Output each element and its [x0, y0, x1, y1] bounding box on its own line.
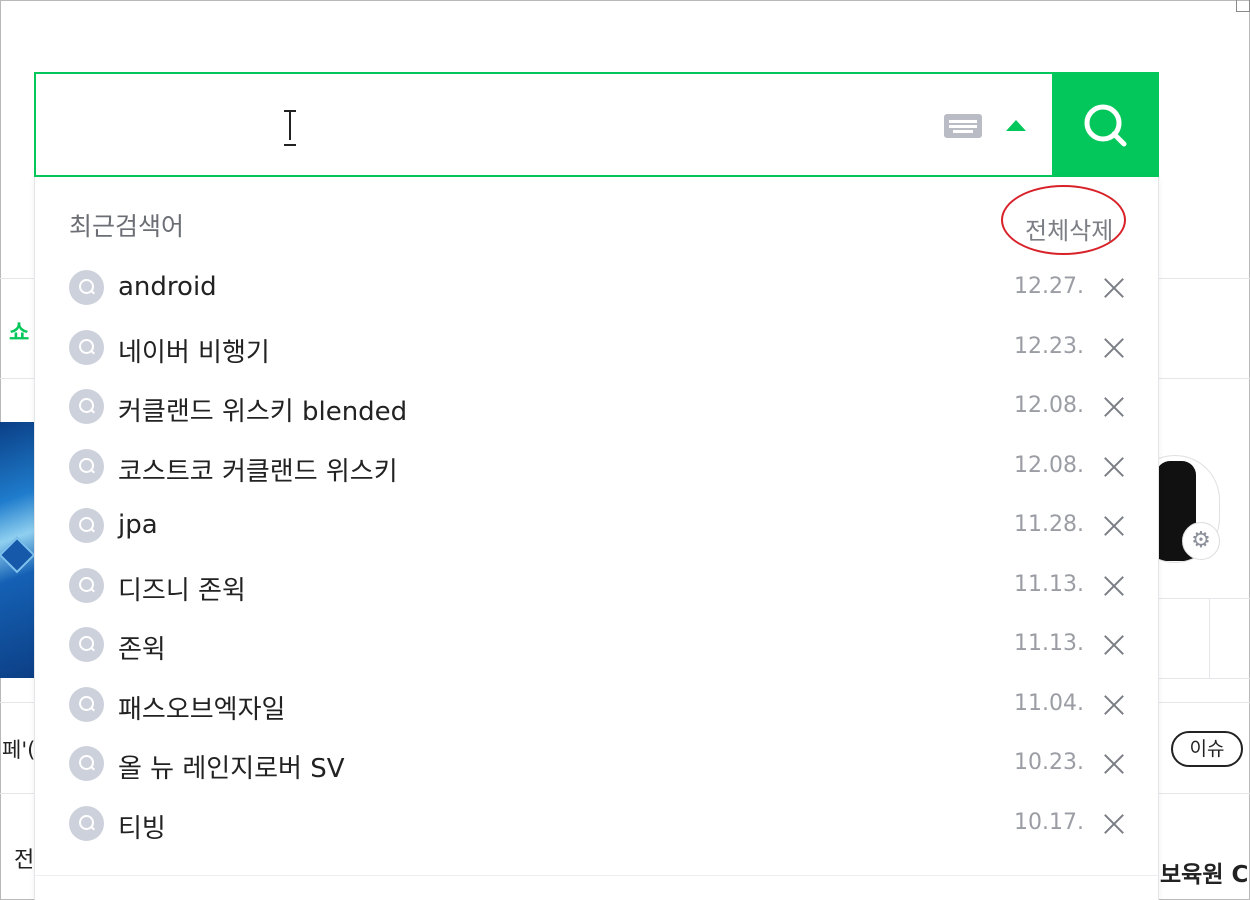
recent-search-keyword[interactable]: 존윅: [118, 629, 166, 666]
close-icon[interactable]: [1103, 277, 1125, 299]
keyboard-icon[interactable]: [944, 114, 982, 138]
close-icon[interactable]: [1103, 515, 1125, 537]
recent-search-keyword[interactable]: jpa: [118, 510, 158, 540]
history-search-icon: [69, 686, 104, 722]
recent-search-item[interactable]: android 12.27.: [35, 259, 1158, 319]
recent-search-date: 12.27.: [1014, 274, 1084, 299]
history-search-icon: [69, 805, 104, 841]
close-icon[interactable]: [1103, 456, 1125, 478]
gear-icon[interactable]: ⚙: [1182, 522, 1220, 560]
delete-all-button[interactable]: 전체삭제: [1025, 211, 1113, 246]
history-search-icon: [69, 508, 104, 543]
recent-search-keyword[interactable]: 코스트코 커클랜드 위스키: [118, 451, 398, 488]
recent-search-keyword[interactable]: 커클랜드 위스키 blended: [118, 391, 407, 428]
close-icon[interactable]: [1103, 634, 1125, 656]
close-icon[interactable]: [1103, 575, 1125, 597]
close-icon[interactable]: [1103, 396, 1125, 418]
recent-search-keyword[interactable]: 네이버 비행기: [118, 332, 270, 369]
recent-search-list: android 12.27. 네이버 비행기 12.23. 커클랜드 위스키 b…: [35, 259, 1158, 854]
recent-search-item[interactable]: 커클랜드 위스키 blended 12.08.: [35, 378, 1158, 438]
history-search-icon: [69, 567, 104, 603]
recent-search-keyword[interactable]: 티빙: [118, 808, 166, 845]
recent-search-date: 12.23.: [1014, 333, 1084, 359]
history-search-icon: [69, 627, 104, 662]
recent-search-date: 11.13.: [1014, 631, 1084, 656]
background-banner-image[interactable]: [0, 422, 36, 678]
recent-search-date: 11.28.: [1014, 512, 1084, 537]
recent-search-dropdown: 최근검색어 전체삭제 android 12.27. 네이버 비행기 12.23.…: [34, 177, 1159, 900]
recent-search-date: 10.23.: [1014, 750, 1084, 775]
history-search-icon: [69, 329, 104, 365]
close-icon[interactable]: [1103, 813, 1125, 835]
recent-search-item[interactable]: 네이버 비행기 12.23.: [35, 319, 1158, 379]
recent-search-keyword[interactable]: android: [118, 272, 217, 302]
recent-search-item[interactable]: 패스오브엑자일 11.04.: [35, 676, 1158, 736]
recent-search-date: 12.08.: [1014, 452, 1084, 478]
issue-badge[interactable]: 이슈: [1171, 731, 1243, 767]
recent-search-keyword[interactable]: 올 뉴 레인지로버 SV: [118, 748, 345, 785]
background-text-fragment: 전: [14, 848, 35, 873]
background-divider: [1159, 678, 1250, 679]
recent-search-item[interactable]: jpa 11.28.: [35, 497, 1158, 557]
text-cursor-icon: [284, 110, 296, 146]
recent-search-date: 11.13.: [1014, 571, 1084, 597]
history-search-icon: [69, 270, 104, 305]
history-search-icon: [69, 448, 104, 484]
recent-search-keyword[interactable]: 디즈니 존윅: [118, 570, 246, 607]
background-divider: [1159, 598, 1250, 599]
recent-search-date: 12.08.: [1014, 393, 1084, 418]
dropdown-footer-divider: [35, 875, 1158, 876]
search-button[interactable]: [1052, 72, 1159, 177]
search-input[interactable]: [36, 74, 1051, 175]
arrow-up-icon[interactable]: [1006, 120, 1026, 131]
recent-search-item[interactable]: 디즈니 존윅 11.13.: [35, 557, 1158, 617]
history-search-icon: [69, 389, 104, 424]
recent-search-date: 11.04.: [1014, 690, 1084, 716]
search-bar: [34, 72, 1159, 177]
close-icon[interactable]: [1103, 694, 1125, 716]
close-icon[interactable]: [1103, 753, 1125, 775]
recent-search-item[interactable]: 코스트코 커클랜드 위스키 12.08.: [35, 438, 1158, 498]
background-text-fragment: 페'(: [2, 738, 36, 762]
background-text-fragment: 보육원 C: [1160, 862, 1249, 888]
background-divider: [1209, 598, 1210, 678]
close-icon[interactable]: [1103, 337, 1125, 359]
recent-search-keyword[interactable]: 패스오브엑자일: [118, 689, 285, 726]
recent-search-date: 10.17.: [1014, 809, 1084, 835]
recent-search-item[interactable]: 올 뉴 레인지로버 SV 10.23.: [35, 735, 1158, 795]
search-icon: [1084, 104, 1127, 147]
recent-search-item[interactable]: 존윅 11.13.: [35, 616, 1158, 676]
background-shopping-tab[interactable]: 쇼: [9, 315, 29, 347]
recent-search-title: 최근검색어: [69, 212, 185, 241]
recent-search-item[interactable]: 티빙 10.17.: [35, 795, 1158, 855]
window-restore-icon[interactable]: [1236, 0, 1250, 12]
history-search-icon: [69, 746, 104, 781]
